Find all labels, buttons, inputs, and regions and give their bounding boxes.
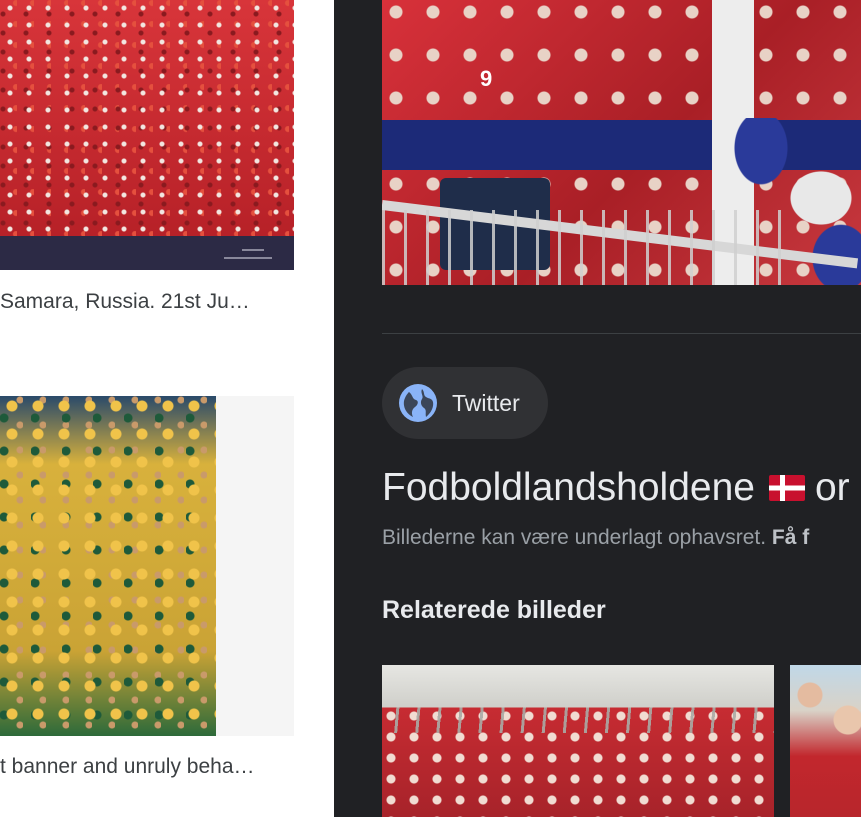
preview-title[interactable]: Fodboldlandsholdene or [382, 466, 850, 510]
image-search-page: Samara, Russia. 21st Ju… t banner and un… [0, 0, 861, 817]
related-image-2[interactable] [790, 665, 861, 817]
copyright-note: Billederne kan være underlagt ophavsret.… [382, 526, 809, 550]
copyright-learn-more-link[interactable]: Få f [772, 526, 809, 549]
result-caption-2[interactable]: t banner and unruly beha… [0, 755, 300, 779]
watermark-logo [224, 246, 272, 264]
panel-divider [382, 333, 861, 334]
globe-icon [398, 383, 438, 423]
denmark-flag-icon [768, 475, 805, 501]
result-thumbnail-1[interactable] [0, 0, 294, 270]
related-image-1[interactable] [382, 665, 774, 817]
image-preview-panel: 9 Twitter Fodboldlandsholdene or Billede… [334, 0, 861, 817]
source-chip[interactable]: Twitter [382, 367, 548, 439]
result-thumbnail-2[interactable] [0, 396, 216, 736]
related-images-heading: Relaterede billeder [382, 596, 606, 624]
preview-title-suffix: or [814, 466, 850, 509]
result-thumbnail-2-frame[interactable] [0, 396, 294, 736]
preview-image[interactable]: 9 [382, 0, 861, 285]
preview-title-text: Fodboldlandsholdene [382, 466, 755, 509]
source-name: Twitter [452, 389, 520, 416]
jersey-number: 9 [480, 66, 493, 91]
results-grid: Samara, Russia. 21st Ju… t banner and un… [0, 0, 334, 817]
result-caption-1[interactable]: Samara, Russia. 21st Ju… [0, 290, 300, 314]
railing-bars [382, 210, 782, 285]
copyright-text: Billederne kan være underlagt ophavsret. [382, 526, 767, 549]
